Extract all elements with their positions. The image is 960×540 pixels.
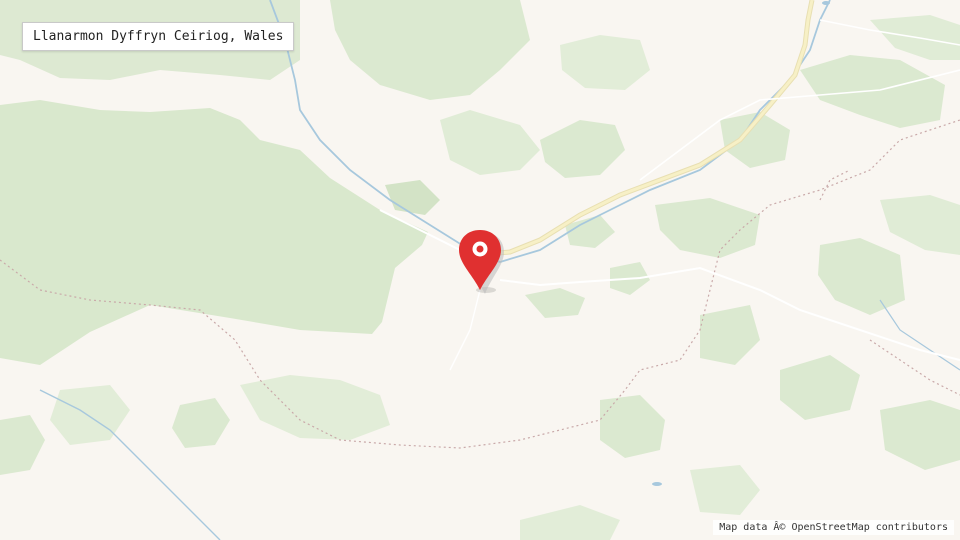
map-attribution: Map data Â© OpenStreetMap contributors: [713, 520, 954, 535]
place-name-label: Llanarmon Dyffryn Ceiriog, Wales: [22, 22, 295, 51]
location-marker[interactable]: [456, 228, 506, 294]
map-pin-icon: [459, 230, 504, 294]
